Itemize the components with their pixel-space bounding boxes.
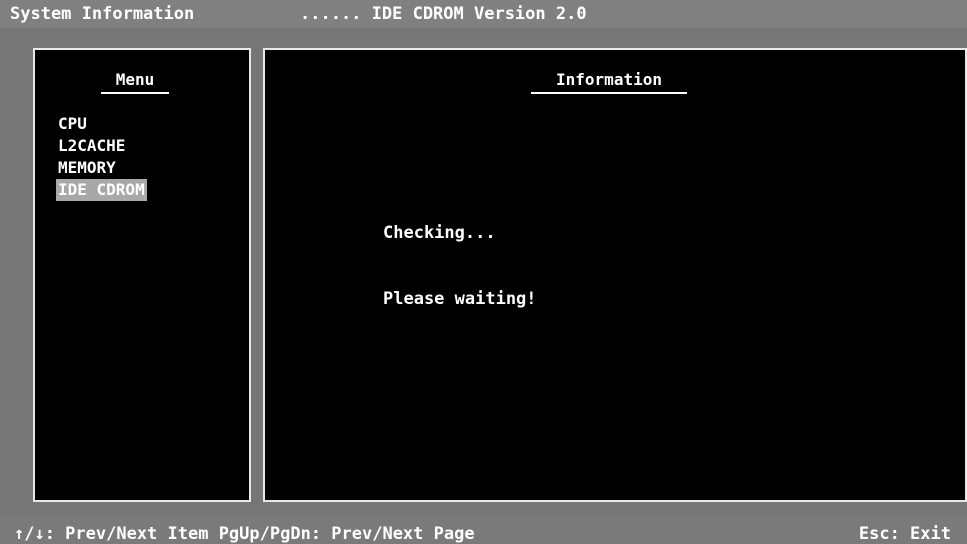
menu-item-label: L2CACHE (58, 136, 126, 155)
menu-item-ide-cdrom[interactable]: IDE CDROM (56, 179, 147, 201)
menu-item-cpu[interactable]: CPU (56, 113, 147, 135)
menu-item-memory[interactable]: MEMORY (56, 157, 147, 179)
information-panel: Information Checking... Please waiting! (263, 48, 967, 502)
navigation-hint: ↑/↓: Prev/Next Item PgUp/PgDn: Prev/Next… (14, 524, 475, 544)
status-bar: ↑/↓: Prev/Next Item PgUp/PgDn: Prev/Next… (0, 516, 967, 544)
information-header: Information (531, 70, 687, 94)
waiting-message: Please waiting! (383, 289, 537, 309)
information-content: Checking... Please waiting! (383, 178, 537, 354)
menu-list: CPU L2CACHE MEMORY IDE CDROM (56, 113, 147, 201)
exit-hint[interactable]: Esc: Exit (859, 516, 951, 544)
title-bar: System Information ...... IDE CDROM Vers… (0, 0, 967, 28)
menu-panel: Menu CPU L2CACHE MEMORY IDE CDROM (33, 48, 251, 502)
menu-item-label: MEMORY (58, 158, 116, 177)
menu-item-label: CPU (58, 114, 87, 133)
menu-item-label-selected: IDE CDROM (56, 179, 147, 201)
checking-message: Checking... (383, 223, 496, 243)
menu-item-l2cache[interactable]: L2CACHE (56, 135, 147, 157)
window-title: ...... IDE CDROM Version 2.0 (300, 4, 587, 24)
app-title: System Information (10, 4, 195, 24)
menu-header: Menu (101, 70, 169, 94)
